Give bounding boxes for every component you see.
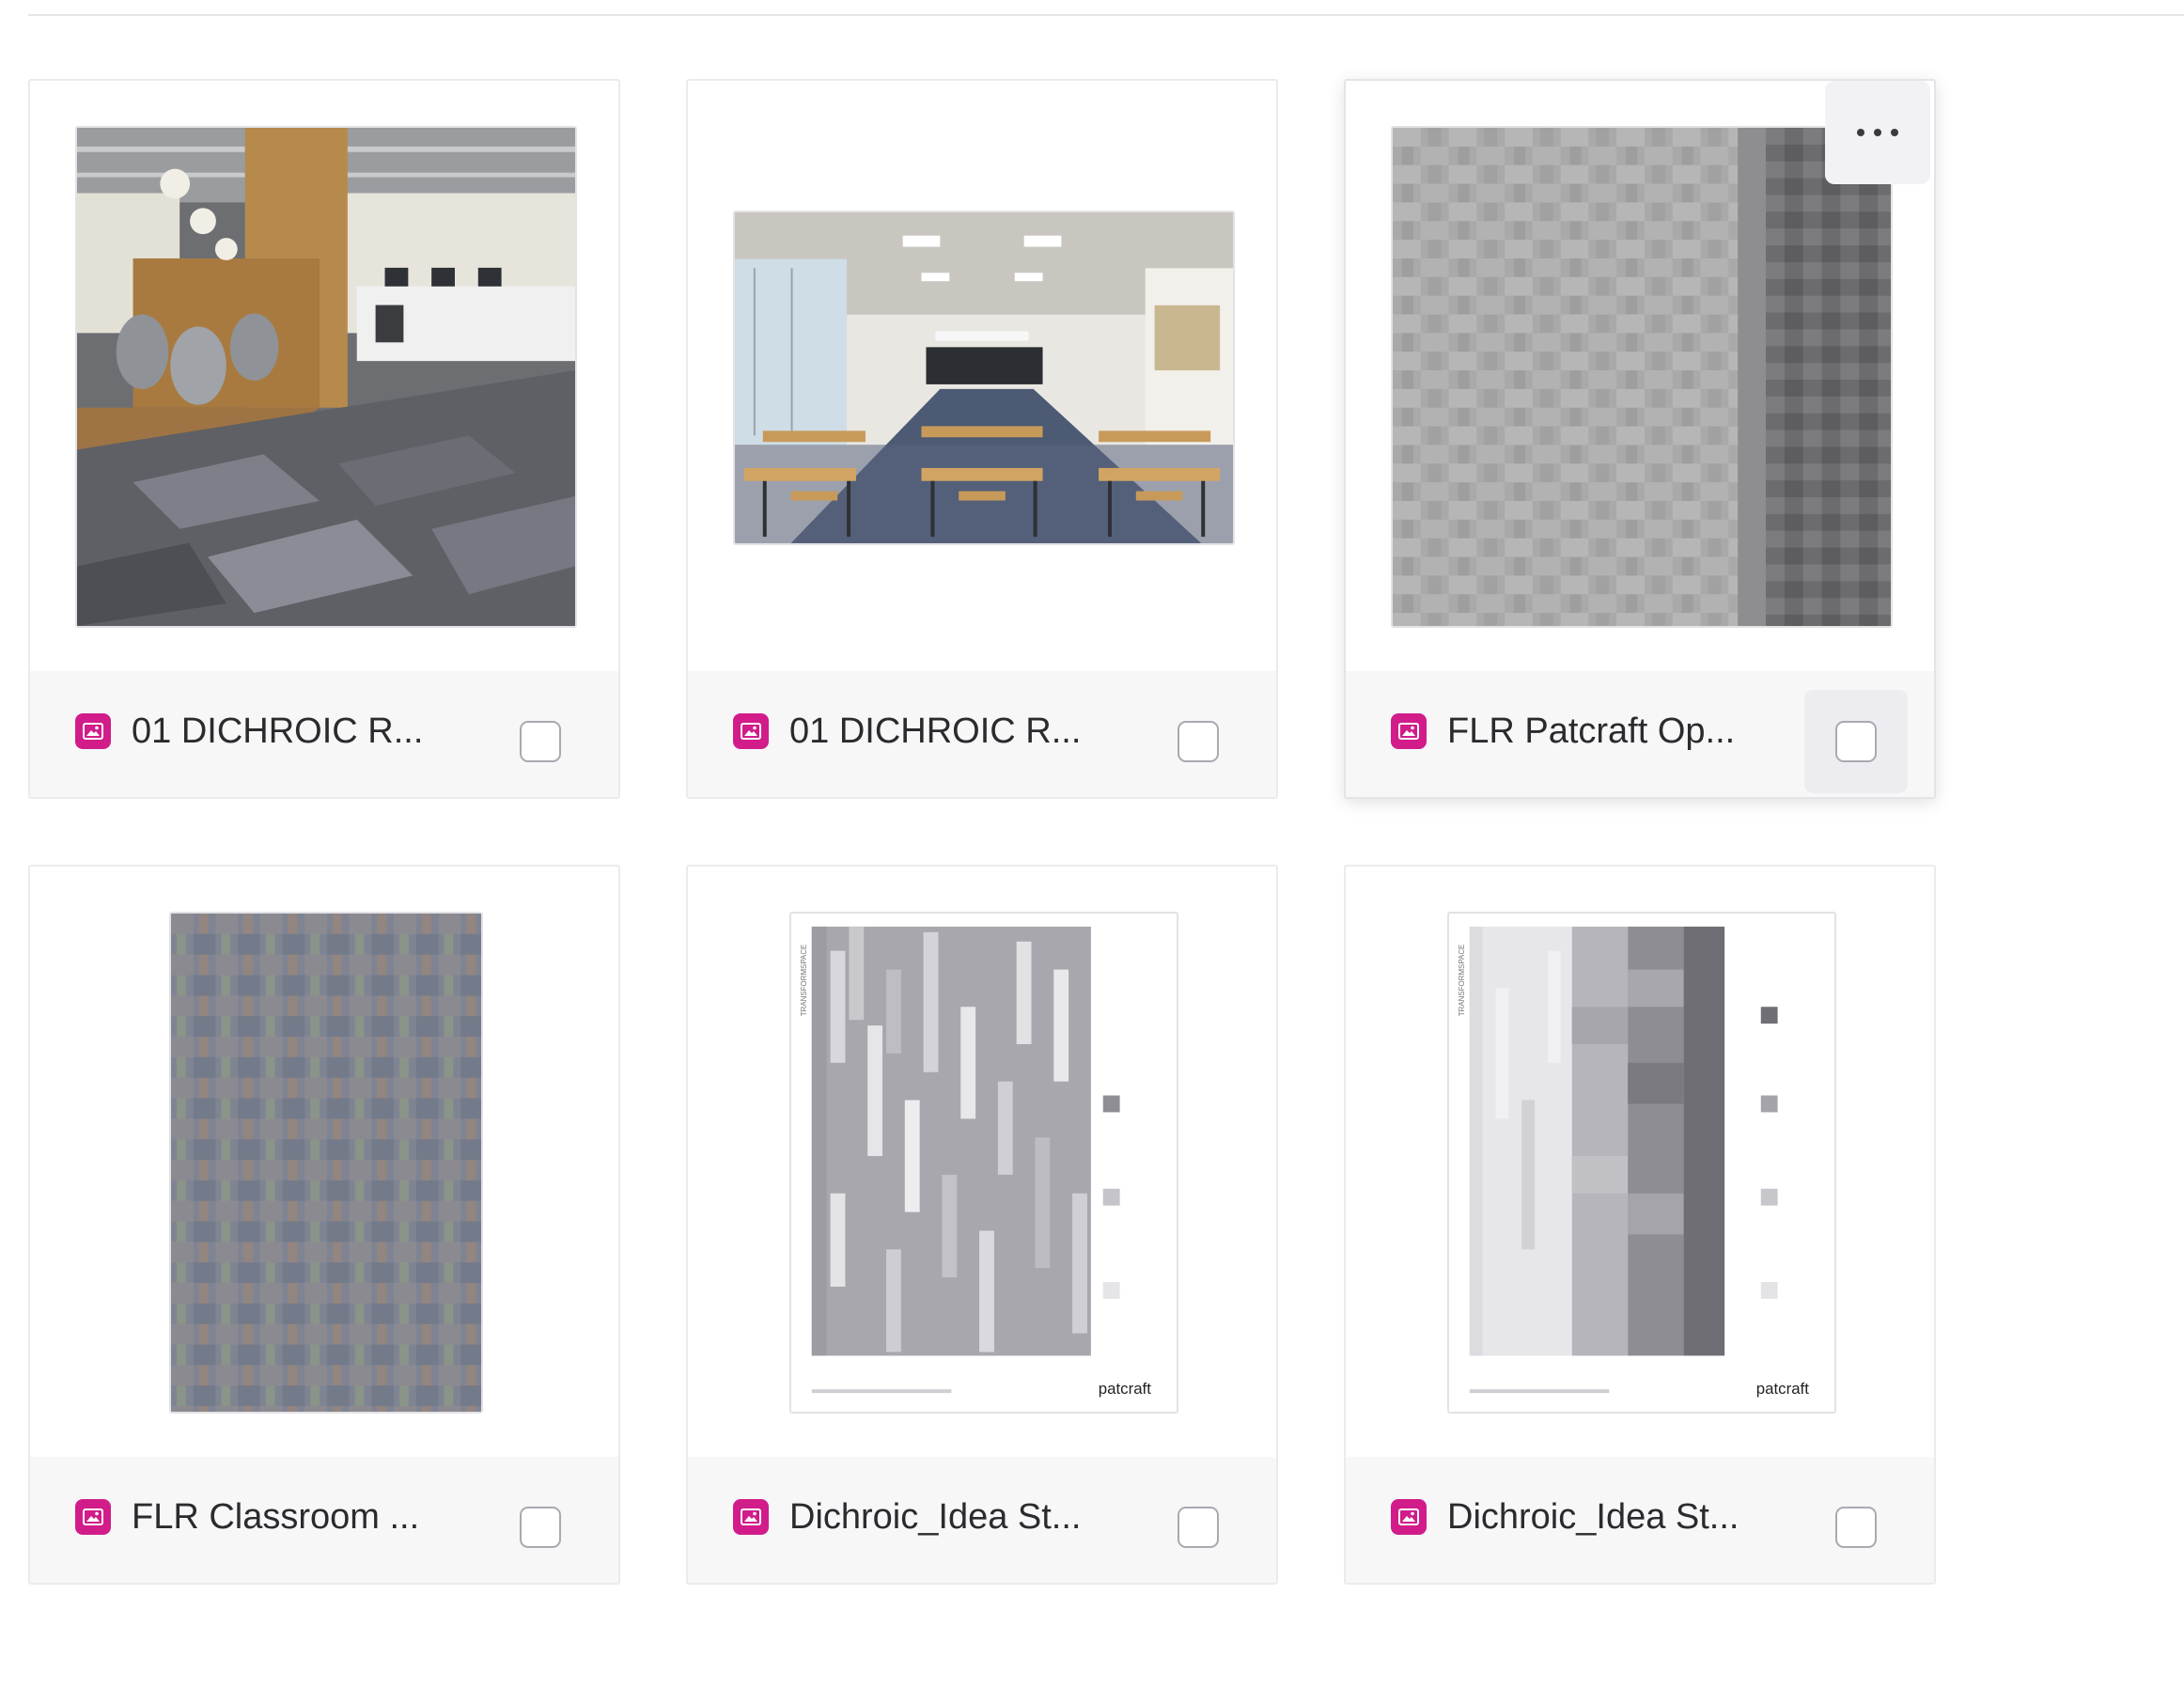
asset-name[interactable]: Dichroic_Idea St... <box>1447 1493 1739 1541</box>
select-checkbox[interactable] <box>1835 721 1877 762</box>
top-divider <box>28 14 2184 16</box>
sheet-brand: patcraft <box>1099 1380 1151 1398</box>
select-checkbox[interactable] <box>1178 1507 1219 1548</box>
select-checkbox-wrapper[interactable] <box>1804 690 1908 793</box>
asset-card-footer: 01 DICHROIC R... <box>30 671 618 797</box>
select-checkbox[interactable] <box>520 721 561 762</box>
asset-name[interactable]: 01 DICHROIC R... <box>789 707 1081 756</box>
asset-card[interactable]: TRANSFORMSPACE patcraft Dichroic_Idea St… <box>686 865 1278 1585</box>
select-checkbox-wrapper[interactable] <box>1147 1476 1250 1579</box>
asset-card-footer: 01 DICHROIC R... <box>688 671 1276 797</box>
asset-card[interactable]: FLR Classroom ... <box>28 865 620 1585</box>
asset-name[interactable]: Dichroic_Idea St... <box>789 1493 1081 1541</box>
installation-layout-sheet-thumbnail: TRANSFORMSPACE patcraft <box>1447 912 1836 1414</box>
sheet-vertical-text: TRANSFORMSPACE <box>1458 945 1466 1017</box>
asset-name[interactable]: 01 DICHROIC R... <box>132 707 423 756</box>
image-icon <box>1391 1499 1427 1535</box>
asset-thumbnail-area[interactable] <box>688 81 1276 671</box>
image-icon <box>75 713 111 749</box>
select-checkbox-wrapper[interactable] <box>1147 690 1250 793</box>
select-checkbox-wrapper[interactable] <box>1804 1476 1908 1579</box>
select-checkbox[interactable] <box>520 1507 561 1548</box>
more-options-button[interactable] <box>1825 81 1930 184</box>
asset-card[interactable]: FLR Patcraft Op... <box>1344 79 1936 799</box>
image-icon <box>733 713 769 749</box>
asset-card[interactable]: TRANSFORMSPACE patcraft Dichroic_Idea St… <box>1344 865 1936 1585</box>
image-icon <box>733 1499 769 1535</box>
asset-card-footer: Dichroic_Idea St... <box>1346 1457 1934 1583</box>
select-checkbox[interactable] <box>1835 1507 1877 1548</box>
select-checkbox[interactable] <box>1178 721 1219 762</box>
more-horizontal-icon <box>1857 129 1864 136</box>
asset-thumbnail-area[interactable] <box>30 81 618 671</box>
office-interior-thumbnail <box>75 126 577 628</box>
asset-card-footer: FLR Classroom ... <box>30 1457 618 1583</box>
asset-thumbnail-area[interactable] <box>30 867 618 1457</box>
image-icon <box>75 1499 111 1535</box>
asset-card-footer: FLR Patcraft Op... <box>1346 671 1934 797</box>
gray-carpet-swatch-thumbnail <box>1391 126 1893 628</box>
sheet-brand: patcraft <box>1756 1380 1809 1398</box>
asset-thumbnail-area[interactable]: TRANSFORMSPACE patcraft <box>1346 867 1934 1457</box>
asset-card[interactable]: 01 DICHROIC R... <box>28 79 620 799</box>
installation-layout-sheet-thumbnail: TRANSFORMSPACE patcraft <box>789 912 1178 1414</box>
image-icon <box>1391 713 1427 749</box>
asset-name[interactable]: FLR Patcraft Op... <box>1447 707 1735 756</box>
asset-card[interactable]: 01 DICHROIC R... <box>686 79 1278 799</box>
asset-name[interactable]: FLR Classroom ... <box>132 1493 419 1541</box>
select-checkbox-wrapper[interactable] <box>489 1476 592 1579</box>
classroom-interior-thumbnail <box>733 211 1235 545</box>
multicolor-carpet-swatch-thumbnail <box>169 912 483 1414</box>
select-checkbox-wrapper[interactable] <box>489 690 592 793</box>
sheet-vertical-text: TRANSFORMSPACE <box>800 945 808 1017</box>
asset-thumbnail-area[interactable] <box>1346 81 1934 671</box>
asset-card-footer: Dichroic_Idea St... <box>688 1457 1276 1583</box>
asset-thumbnail-area[interactable]: TRANSFORMSPACE patcraft <box>688 867 1276 1457</box>
